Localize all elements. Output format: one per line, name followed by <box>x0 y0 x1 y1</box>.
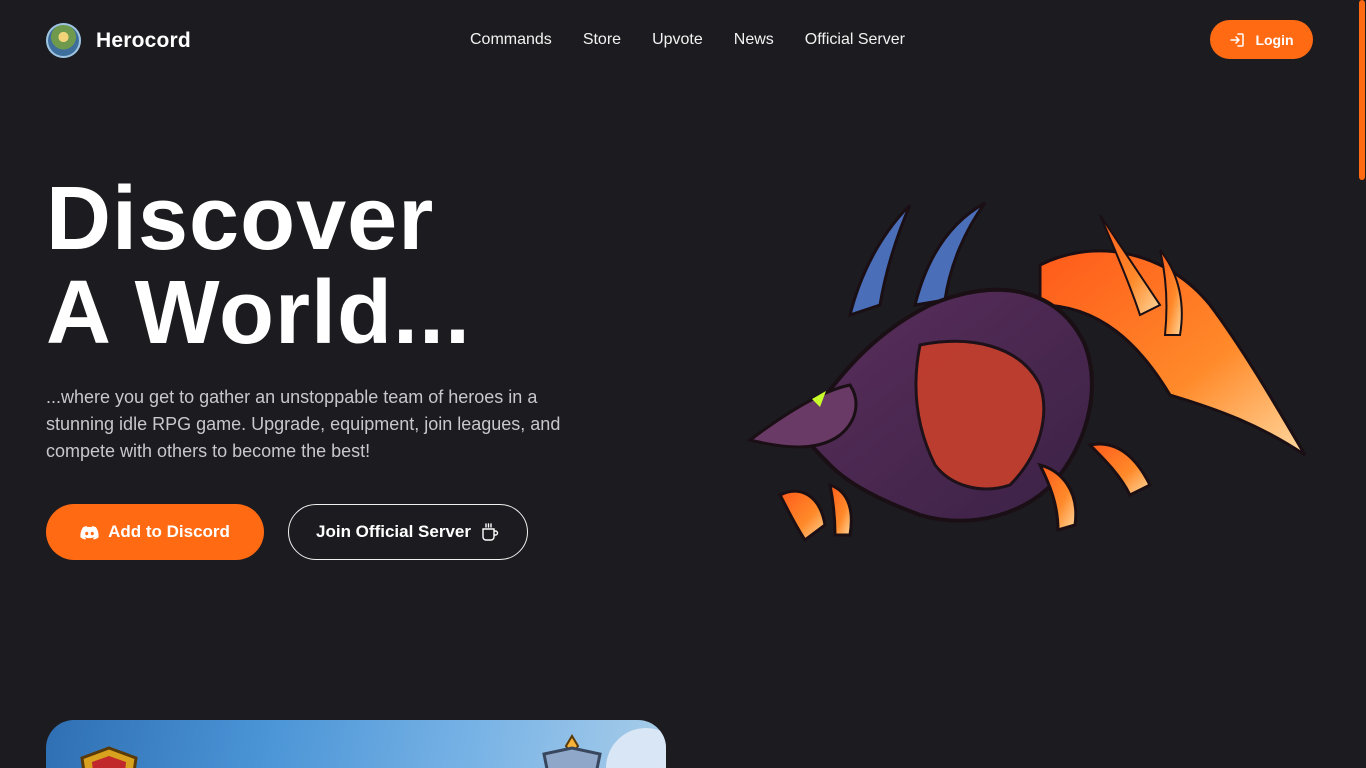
join-official-server-button[interactable]: Join Official Server <box>288 504 528 560</box>
join-official-server-label: Join Official Server <box>316 522 471 541</box>
login-label: Login <box>1255 31 1294 48</box>
nav-commands[interactable]: Commands <box>470 30 552 50</box>
hero-title: Discover A World... <box>46 172 471 360</box>
login-icon <box>1230 32 1245 47</box>
brand[interactable]: Herocord <box>46 23 191 58</box>
mug-icon <box>482 523 499 541</box>
page-scrollbar[interactable] <box>1358 0 1366 768</box>
nav-upvote[interactable]: Upvote <box>652 30 703 50</box>
site-header: Herocord Commands Store Upvote News Offi… <box>0 0 1366 80</box>
page: Herocord Commands Store Upvote News Offi… <box>0 0 1366 768</box>
nav-news[interactable]: News <box>734 30 774 50</box>
hero-title-line-2: A World... <box>46 263 471 363</box>
brand-name: Herocord <box>96 28 191 52</box>
hero-description: ...where you get to gather an unstoppabl… <box>46 387 561 461</box>
nav-official-server[interactable]: Official Server <box>805 30 905 50</box>
discord-icon <box>80 525 99 540</box>
login-button[interactable]: Login <box>1210 20 1313 59</box>
nav-store[interactable]: Store <box>583 30 621 50</box>
crest-emblem-icon <box>542 734 602 768</box>
herocord-logo-icon <box>46 23 81 58</box>
add-to-discord-label: Add to Discord <box>108 522 230 541</box>
cloud-decoration <box>606 728 666 768</box>
preview-card <box>46 720 666 768</box>
main-nav: Commands Store Upvote News Official Serv… <box>470 30 905 50</box>
hero-title-line-1: Discover <box>46 169 435 269</box>
dragon-illustration <box>746 201 1307 543</box>
scrollbar-thumb[interactable] <box>1359 0 1365 180</box>
shield-emblem-icon <box>80 746 138 768</box>
add-to-discord-button[interactable]: Add to Discord <box>46 504 264 560</box>
